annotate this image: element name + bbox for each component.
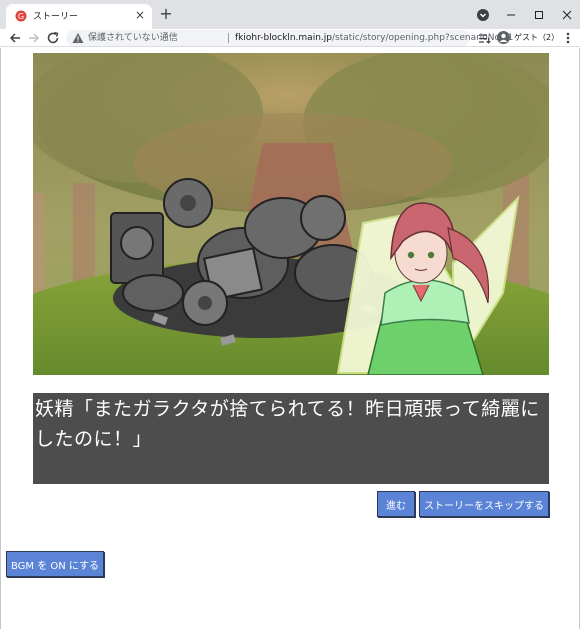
browser-toolbar: 保護されていない通信 fkiohr-blockln.main.jp/static…	[0, 29, 580, 47]
tab-close-icon[interactable]: ×	[135, 7, 145, 23]
maximize-icon	[535, 10, 543, 19]
close-icon	[562, 10, 572, 19]
url-host: fkiohr-blockln.main.jp	[235, 33, 332, 43]
profile-avatar-icon[interactable]	[497, 31, 510, 44]
skip-story-button[interactable]: ストーリーをスキップする	[419, 491, 549, 517]
svg-text:G: G	[18, 12, 24, 21]
reading-list-icon[interactable]	[478, 32, 491, 45]
tab-title: ストーリー	[33, 12, 79, 22]
scene-image	[33, 53, 549, 375]
minimize-icon	[507, 14, 515, 15]
security-status[interactable]: 保護されていない通信	[88, 31, 178, 45]
reload-icon[interactable]	[46, 31, 60, 45]
bgm-toggle-button[interactable]: BGM を ON にする	[6, 551, 104, 577]
new-tab-button[interactable]: +	[157, 4, 175, 24]
dialogue-box: 妖精「またガラクタが捨てられてる！昨日頑張って綺麗にしたのに！」	[33, 393, 549, 484]
tab-strip: G ストーリー × +	[0, 0, 580, 29]
more-menu-icon[interactable]	[562, 31, 574, 45]
address-separator	[228, 33, 229, 43]
story-illustration	[33, 53, 549, 375]
close-window-button[interactable]	[550, 0, 580, 29]
address-bar[interactable]: 保護されていない通信 fkiohr-blockln.main.jp/static…	[66, 30, 513, 46]
dialogue-text: 妖精「またガラクタが捨てられてる！昨日頑張って綺麗にしたのに！」	[35, 398, 540, 450]
browser-tab[interactable]: G ストーリー ×	[6, 4, 152, 29]
profile-label[interactable]: ゲスト（2）	[514, 31, 559, 45]
url-text[interactable]: fkiohr-blockln.main.jp/static/story/open…	[235, 31, 513, 45]
tab-search-icon[interactable]	[476, 8, 490, 22]
warning-icon	[72, 33, 84, 43]
back-arrow-icon[interactable]	[8, 31, 22, 45]
site-favicon-icon: G	[15, 10, 27, 22]
story-page: 妖精「またガラクタが捨てられてる！昨日頑張って綺麗にしたのに！」 進む ストーリ…	[0, 48, 580, 629]
forward-arrow-icon[interactable]	[27, 31, 41, 45]
next-button[interactable]: 進む	[377, 491, 415, 517]
